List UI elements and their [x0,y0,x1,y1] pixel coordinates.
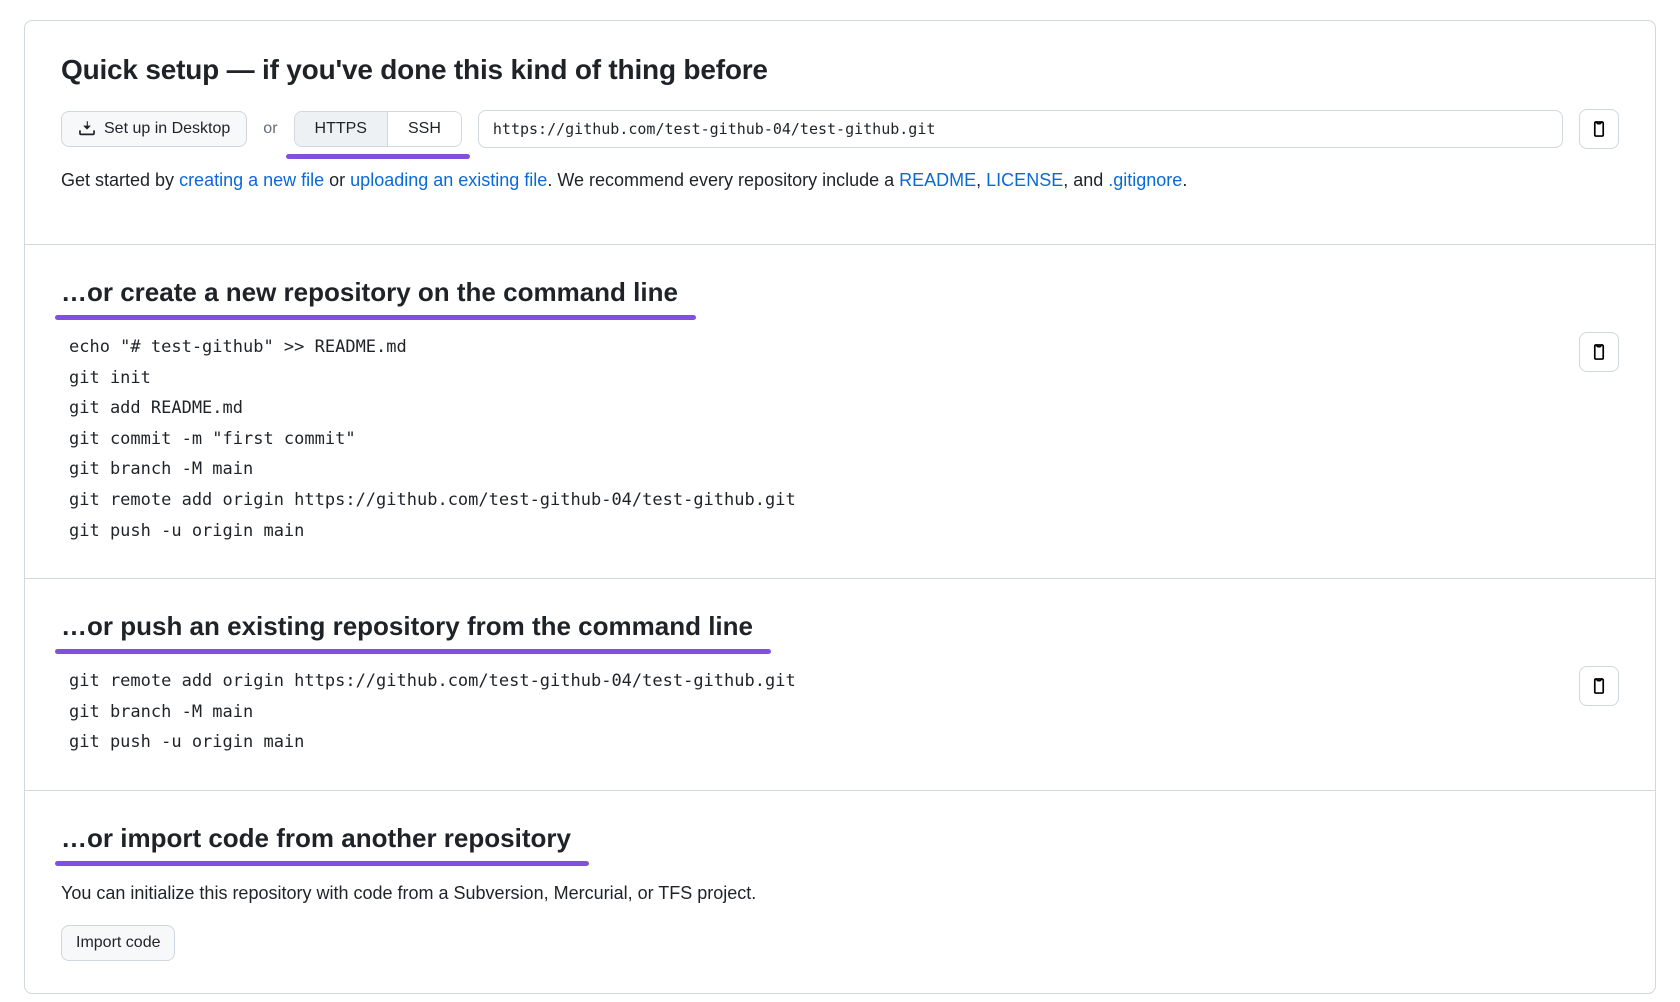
protocol-switch-wrap: HTTPS SSH [294,111,462,147]
import-code-button[interactable]: Import code [61,925,175,961]
import-code-section: …or import code from another repository … [25,790,1655,993]
hint-text: . We recommend every repository include … [547,170,899,190]
push-existing-code[interactable]: git remote add origin https://github.com… [61,666,1563,758]
create-new-file-link[interactable]: creating a new file [179,170,324,190]
protocol-switch: HTTPS SSH [294,111,462,147]
hint-text: . [1182,170,1187,190]
hint-text: Get started by [61,170,179,190]
setup-in-desktop-label: Set up in Desktop [104,120,230,138]
create-repo-section: …or create a new repository on the comma… [25,244,1655,578]
import-code-heading: …or import code from another repository [61,819,571,860]
hint-text: or [324,170,350,190]
clone-url-input[interactable] [478,110,1563,148]
quick-setup-row: Set up in Desktop or HTTPS SSH [61,109,1619,149]
or-label: or [263,117,277,141]
quick-setup-section: Quick setup — if you've done this kind o… [25,21,1655,244]
readme-link[interactable]: README [899,170,976,190]
import-code-description: You can initialize this repository with … [61,880,1619,907]
clipboard-icon [1590,677,1608,695]
setup-in-desktop-button[interactable]: Set up in Desktop [61,111,247,147]
upload-existing-file-link[interactable]: uploading an existing file [350,170,547,190]
copy-url-button[interactable] [1579,109,1619,149]
annotation-underline [286,154,470,159]
clipboard-icon [1590,343,1608,361]
clipboard-icon [1590,120,1608,138]
push-existing-code-row: git remote add origin https://github.com… [61,666,1619,758]
push-existing-heading: …or push an existing repository from the… [61,607,753,648]
protocol-ssh-button[interactable]: SSH [387,112,461,146]
copy-create-repo-button[interactable] [1579,332,1619,372]
create-repo-heading: …or create a new repository on the comma… [61,273,678,314]
copy-push-existing-button[interactable] [1579,666,1619,706]
quick-setup-hint: Get started by creating a new file or up… [61,167,1619,194]
quick-setup-heading: Quick setup — if you've done this kind o… [61,49,1619,91]
hint-text: , [976,170,986,190]
push-existing-section: …or push an existing repository from the… [25,578,1655,790]
create-repo-code[interactable]: echo "# test-github" >> README.md git in… [61,332,1563,546]
license-link[interactable]: LICENSE [986,170,1063,190]
desktop-download-icon [78,120,96,138]
protocol-https-button[interactable]: HTTPS [295,112,387,146]
hint-text: , and [1063,170,1108,190]
create-repo-code-row: echo "# test-github" >> README.md git in… [61,332,1619,546]
repo-setup-panel: Quick setup — if you've done this kind o… [24,20,1656,994]
gitignore-link[interactable]: .gitignore [1108,170,1182,190]
